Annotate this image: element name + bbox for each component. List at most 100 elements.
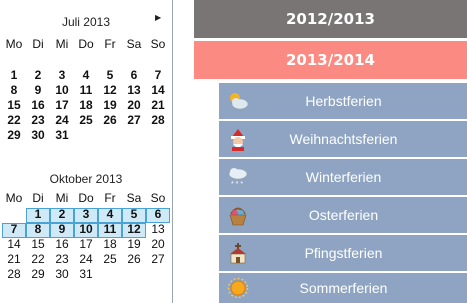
calendar-day[interactable]: 25 <box>100 253 120 266</box>
calendar-day[interactable]: 19 <box>124 238 144 251</box>
calendar-day[interactable]: 13 <box>148 223 168 236</box>
calendar-day[interactable]: 22 <box>28 253 48 266</box>
calendar-day[interactable]: 18 <box>100 238 120 251</box>
calendar-day[interactable]: 20 <box>124 99 144 112</box>
weekday-label: Fr <box>104 37 116 51</box>
calendar-day[interactable]: 6 <box>146 208 170 223</box>
calendar-day[interactable]: 24 <box>52 114 72 127</box>
calendar-day[interactable]: 31 <box>76 268 96 281</box>
holiday-weihnachtsferien[interactable]: Weihnachtsferien <box>219 121 467 159</box>
calendar-day[interactable]: 25 <box>76 114 96 127</box>
calendar-day[interactable]: 7 <box>148 69 168 82</box>
holiday-osterferien[interactable]: Osterferien <box>219 197 467 235</box>
calendar-day[interactable]: 30 <box>28 129 48 142</box>
calendar-day[interactable]: 4 <box>98 208 122 223</box>
holiday-panel: 2012/2013 2013/2014 Herbstferien Weihnac… <box>194 0 467 303</box>
holiday-pfingstferien[interactable]: Pfingstferien <box>219 235 467 273</box>
calendar-day[interactable]: 10 <box>52 84 72 97</box>
calendar-day[interactable]: 27 <box>148 253 168 266</box>
weekday-label: Mo <box>5 191 23 205</box>
calendar-day[interactable]: 12 <box>100 84 120 97</box>
calendar-day[interactable]: 29 <box>28 268 48 281</box>
calendar-day[interactable]: 14 <box>148 84 168 97</box>
calendar-day[interactable]: 17 <box>52 99 72 112</box>
calendar-day[interactable]: 18 <box>76 99 96 112</box>
calendar-day[interactable]: 17 <box>76 238 96 251</box>
calendar-day[interactable]: 28 <box>4 268 24 281</box>
calendar-day[interactable]: 15 <box>28 238 48 251</box>
calendar-day[interactable]: 22 <box>4 114 24 127</box>
weekday-label: Fr <box>104 191 116 205</box>
weekday-label: Mi <box>55 37 69 51</box>
month-title-october: Oktober 2013 <box>49 172 123 186</box>
calendar-day[interactable]: 27 <box>124 114 144 127</box>
santa-icon <box>231 129 245 151</box>
calendar-day[interactable]: 23 <box>52 253 72 266</box>
calendar-day[interactable]: 12 <box>122 223 146 238</box>
calendar-day[interactable]: 2 <box>50 208 74 223</box>
holiday-label: Winterferien <box>305 169 382 185</box>
calendar-day[interactable]: 13 <box>124 84 144 97</box>
calendar-day[interactable]: 1 <box>4 69 24 82</box>
calendar-day[interactable]: 16 <box>28 99 48 112</box>
sun-icon <box>227 277 249 299</box>
calendar-day[interactable]: 7 <box>2 223 26 238</box>
calendar-day[interactable]: 11 <box>98 223 122 238</box>
svg-text:* * *: * * * <box>231 181 243 188</box>
calendar-day[interactable]: 9 <box>50 223 74 238</box>
calendar-day[interactable]: 15 <box>4 99 24 112</box>
year-2013-2014[interactable]: 2013/2014 <box>194 41 467 79</box>
weekday-label: Sa <box>126 191 142 205</box>
calendar-day[interactable]: 3 <box>52 69 72 82</box>
holiday-label: Herbstferien <box>305 93 382 109</box>
calendar-day[interactable]: 6 <box>124 69 144 82</box>
weekday-label: Do <box>78 191 94 205</box>
calendar-day[interactable]: 2 <box>28 69 48 82</box>
calendar-day[interactable]: 9 <box>28 84 48 97</box>
easter-basket-icon <box>229 207 247 226</box>
church-icon <box>230 243 246 264</box>
holiday-winterferien[interactable]: * * * Winterferien <box>219 159 467 197</box>
calendar-day[interactable]: 19 <box>100 99 120 112</box>
calendar-day[interactable]: 11 <box>76 84 96 97</box>
calendar-day[interactable]: 5 <box>100 69 120 82</box>
calendar-day[interactable]: 8 <box>26 223 50 238</box>
holiday-label: Osterferien <box>308 207 379 223</box>
calendar-day[interactable]: 24 <box>76 253 96 266</box>
calendar-day[interactable]: 30 <box>52 268 72 281</box>
weekday-label: Di <box>32 37 44 51</box>
calendar-day[interactable]: 28 <box>148 114 168 127</box>
holiday-label: Sommerferien <box>299 280 388 296</box>
calendar-day[interactable]: 3 <box>74 208 98 223</box>
calendar-day[interactable]: 31 <box>52 129 72 142</box>
weekday-label: Do <box>78 37 94 51</box>
holiday-label: Weihnachtsferien <box>289 131 398 147</box>
holiday-herbstferien[interactable]: Herbstferien <box>219 83 467 121</box>
calendar-day[interactable]: 29 <box>4 129 24 142</box>
weekday-label: So <box>150 37 166 51</box>
calendar-day[interactable]: 4 <box>76 69 96 82</box>
holiday-label: Pfingstferien <box>304 245 383 261</box>
calendar-day[interactable]: 8 <box>4 84 24 97</box>
weekday-label: Mo <box>5 37 23 51</box>
calendar-day[interactable]: 10 <box>74 223 98 238</box>
calendar-panel: Juli 2013 ▶ Mo Di Mi Do Fr Sa So 1 2 3 4 5 6 7 8 9 10 11… <box>0 0 173 303</box>
weekday-label: Sa <box>126 37 142 51</box>
calendar-day[interactable]: 21 <box>4 253 24 266</box>
month-title-july: Juli 2013 <box>61 15 111 29</box>
calendar-day[interactable]: 5 <box>122 208 146 223</box>
holiday-sommerferien[interactable]: Sommerferien <box>219 273 467 303</box>
year-2012-2013[interactable]: 2012/2013 <box>194 0 467 38</box>
snow-cloud-icon: * * * <box>228 168 248 188</box>
weekday-label: Mi <box>55 191 69 205</box>
next-month-arrow-icon[interactable]: ▶ <box>155 13 161 22</box>
weekday-label: So <box>150 191 166 205</box>
calendar-day[interactable]: 20 <box>148 238 168 251</box>
calendar-day[interactable]: 21 <box>148 99 168 112</box>
calendar-day[interactable]: 1 <box>26 208 50 223</box>
calendar-day[interactable]: 26 <box>124 253 144 266</box>
calendar-day[interactable]: 23 <box>28 114 48 127</box>
calendar-day[interactable]: 14 <box>4 238 24 251</box>
calendar-day[interactable]: 16 <box>52 238 72 251</box>
calendar-day[interactable]: 26 <box>100 114 120 127</box>
